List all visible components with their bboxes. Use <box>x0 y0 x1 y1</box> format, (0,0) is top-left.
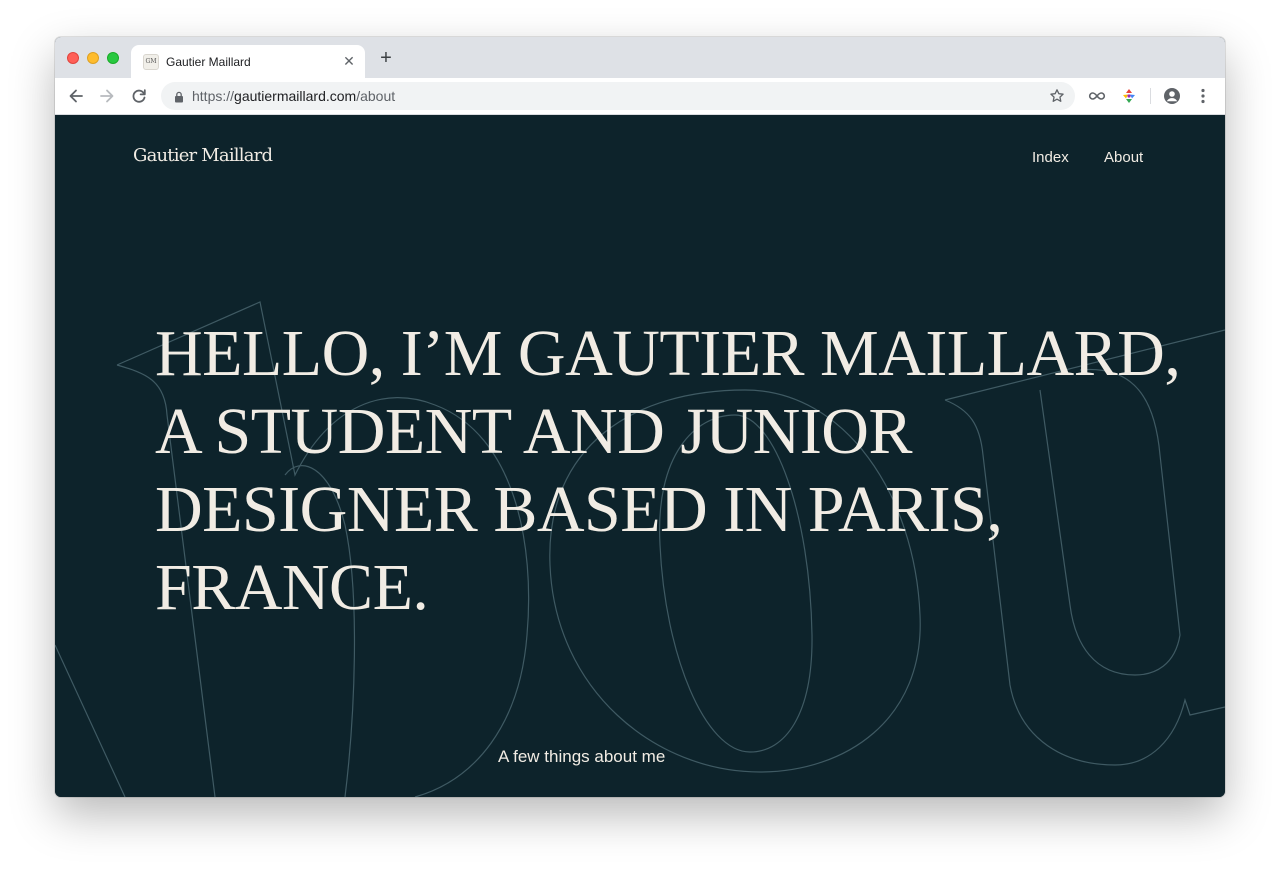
hero-line: DESIGNER BASED IN PARIS, <box>155 473 1003 546</box>
favicon-icon: GM <box>143 54 159 70</box>
address-bar[interactable]: https://gautiermaillard.com/about <box>161 82 1075 110</box>
url-domain: gautiermaillard.com <box>234 88 357 104</box>
url-path: /about <box>356 88 396 104</box>
hero-line: HELLO, I’M GAUTIER MAILLARD, <box>155 317 1181 390</box>
url-text[interactable]: https://gautiermaillard.com/about <box>192 88 395 104</box>
browser-window: GM Gautier Maillard ✕ + https://gautierm… <box>55 37 1225 797</box>
tab-gautier-maillard[interactable]: GM Gautier Maillard ✕ <box>131 45 365 78</box>
hero-heading: HELLO, I’M GAUTIER MAILLARD, A STUDENT A… <box>155 315 1181 627</box>
url-scheme: https:// <box>192 88 235 104</box>
account-circle-icon[interactable] <box>1162 86 1182 106</box>
section-subtitle: A few things about me <box>498 747 666 766</box>
arrow-left-icon[interactable] <box>66 86 86 106</box>
site-logo[interactable]: Gautier Maillard <box>133 145 273 166</box>
close-window-button[interactable] <box>67 52 79 64</box>
star-icon[interactable] <box>1049 88 1065 104</box>
tab-strip: GM Gautier Maillard ✕ + <box>55 37 1225 78</box>
hero-line: A STUDENT AND JUNIOR <box>155 395 913 468</box>
nav-link-index[interactable]: Index <box>1032 149 1069 166</box>
hero-line: FRANCE. <box>155 551 429 624</box>
puzzle-color-icon[interactable] <box>1119 86 1139 106</box>
browser-toolbar: https://gautiermaillard.com/about <box>55 78 1225 115</box>
new-tab-button[interactable]: + <box>377 48 395 68</box>
minimize-window-button[interactable] <box>87 52 99 64</box>
nav-link-about[interactable]: About <box>1104 149 1143 166</box>
kebab-menu-icon[interactable] <box>1193 86 1213 106</box>
tab-title: Gautier Maillard <box>166 55 251 69</box>
page-content: Gautier Maillard Index About HELLO, I’M … <box>55 115 1225 797</box>
lock-icon[interactable] <box>173 90 185 103</box>
close-tab-icon[interactable]: ✕ <box>341 53 357 69</box>
toolbar-separator <box>1150 88 1151 104</box>
infinity-icon[interactable] <box>1087 86 1107 106</box>
maximize-window-button[interactable] <box>107 52 119 64</box>
arrow-right-icon[interactable] <box>97 86 117 106</box>
reload-icon[interactable] <box>129 86 149 106</box>
